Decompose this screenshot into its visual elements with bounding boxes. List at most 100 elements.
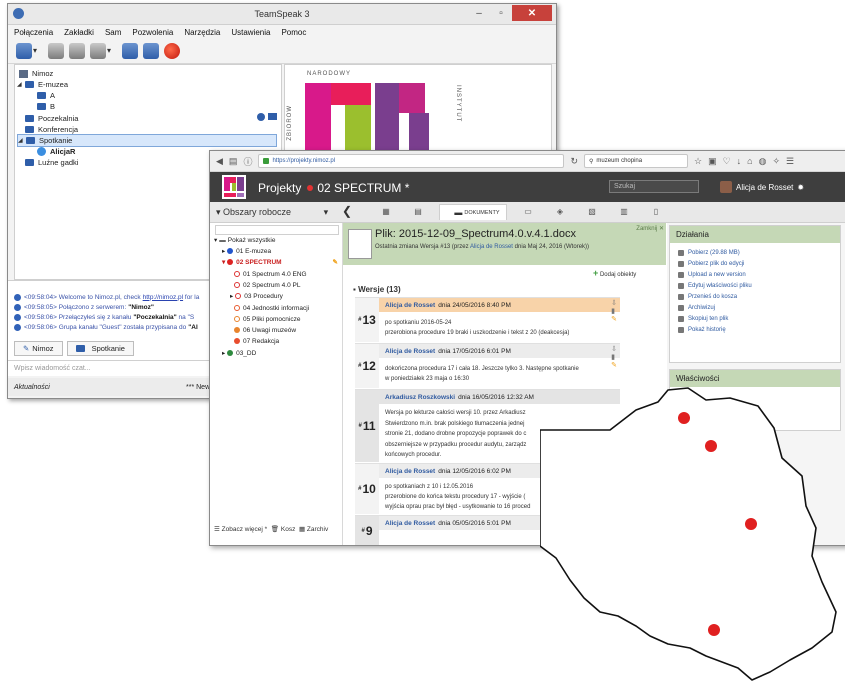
chat-tab-spotkanie[interactable]: Spotkanie xyxy=(66,341,134,356)
archive-link[interactable]: Zarchiv xyxy=(307,526,328,533)
collapse-chevron-icon[interactable]: ❮ xyxy=(342,204,352,218)
tree-item[interactable]: 04 Jednostki informacji xyxy=(234,303,309,313)
action-history[interactable]: Pokaż historię xyxy=(670,324,840,335)
info-icon[interactable]: ⓘ xyxy=(243,155,252,168)
tree-item[interactable]: 07 Redakcja xyxy=(234,336,279,346)
tab-documents[interactable]: ▬ DOKUMENTY xyxy=(439,204,507,220)
map-point[interactable] xyxy=(745,518,757,530)
download-icon[interactable]: ↓ xyxy=(737,156,742,166)
menu-zakladki[interactable]: Zakładki xyxy=(64,28,94,37)
home-button-icon[interactable]: ⌂ xyxy=(747,156,752,166)
action-move-to-trash[interactable]: Przenieś do kosza xyxy=(670,291,840,302)
settings-icon[interactable]: ◈ xyxy=(549,204,571,219)
browser-search-field[interactable]: ⚲ muzeum chopina xyxy=(584,154,688,168)
nimoz-app-logo[interactable] xyxy=(222,175,246,199)
download-icon[interactable]: ⇩ xyxy=(611,346,617,354)
version-author-link[interactable]: Alicja de Rosset xyxy=(385,348,435,355)
tree-item[interactable]: ▸ 03 Procedury xyxy=(230,291,283,301)
tree-item[interactable]: 06 Uwagi muzeów xyxy=(234,325,296,335)
chat-tab-nimoz[interactable]: ✎ Nimoz xyxy=(14,341,63,356)
version-author-link[interactable]: Arkadiusz Roszkowski xyxy=(385,394,455,401)
action-archive[interactable]: Archiwizuj xyxy=(670,302,840,313)
tree-user-alicjar[interactable]: AlicjaR xyxy=(37,146,75,157)
disconnect-icon[interactable] xyxy=(48,43,64,59)
menu-polaczenia[interactable]: Połączenia xyxy=(14,28,53,37)
map-point[interactable] xyxy=(705,440,717,452)
notes-icon[interactable]: ▯ xyxy=(645,204,667,219)
tree-item[interactable]: 01 Spectrum 4.0 ENG xyxy=(234,269,307,279)
maximize-button[interactable]: ▫ xyxy=(490,5,512,21)
version-author-link[interactable]: Alicja de Rosset xyxy=(385,468,435,475)
menu-ustawienia[interactable]: Ustawienia xyxy=(231,28,270,37)
connect-icon[interactable] xyxy=(16,43,32,59)
add-objects-button[interactable]: + Dodaj obiekty xyxy=(593,268,636,278)
workspaces-dropdown[interactable]: ▾ Obszary robocze ▾ xyxy=(216,207,328,218)
menu-pomoc[interactable]: Pomoc xyxy=(281,28,306,37)
tree-channel-a[interactable]: A xyxy=(37,90,55,101)
tree-item[interactable]: 02 Spectrum 4.0 PL xyxy=(234,280,300,290)
app-search-input[interactable]: Szukaj xyxy=(609,180,699,193)
collapse-triangle-icon[interactable]: ◢ xyxy=(18,137,26,144)
stats-icon[interactable]: ▥ xyxy=(613,204,635,219)
projects-link[interactable]: Projekty xyxy=(258,181,301,195)
trash-icon[interactable]: ▮ xyxy=(611,354,617,362)
addon-icon[interactable]: ◍ xyxy=(759,156,767,167)
grid-icon[interactable]: ▦ xyxy=(375,204,397,219)
tree-channel-b[interactable]: B xyxy=(37,101,55,112)
status-news[interactable]: Aktualności xyxy=(14,384,50,391)
author-link[interactable]: Alicja de Rosset xyxy=(470,244,513,250)
tree-item[interactable]: 05 Pliki pomocnicze xyxy=(234,314,300,324)
reader-icon[interactable]: ▣ xyxy=(708,156,717,167)
trash-icon[interactable]: ▮ xyxy=(611,308,617,316)
map-point[interactable] xyxy=(708,624,720,636)
collapse-triangle-icon[interactable]: ◢ xyxy=(17,81,25,88)
map-point[interactable] xyxy=(678,412,690,424)
download-icon[interactable]: ⇩ xyxy=(611,300,617,308)
edit-pencil-icon[interactable]: ✎ xyxy=(333,258,338,266)
calendar-icon[interactable]: ▤ xyxy=(407,204,429,219)
edit-pencil-icon[interactable]: ✎ xyxy=(611,362,617,370)
chat-link[interactable]: http://nimoz.pl xyxy=(143,294,183,301)
reload-icon[interactable]: ↻ xyxy=(570,156,578,167)
record-icon[interactable] xyxy=(164,43,180,59)
version-author-link[interactable]: Alicja de Rosset xyxy=(385,302,435,309)
action-upload-version[interactable]: Upload a new version xyxy=(670,269,840,280)
home-icon[interactable]: ▤ xyxy=(229,156,238,167)
tree-channel-e-muzea[interactable]: ◢ E-muzea xyxy=(17,79,68,90)
action-copy[interactable]: Skopiuj ten plik xyxy=(670,313,840,324)
bookmark-star-icon[interactable]: ☆ xyxy=(694,156,702,167)
address-bar[interactable]: https://projekty.nimoz.pl xyxy=(258,154,565,168)
mute-speakers-icon[interactable] xyxy=(90,43,106,59)
user-menu[interactable]: Alicja de Rosset ✹ xyxy=(720,181,804,193)
menu-icon[interactable]: ☰ xyxy=(786,156,794,167)
tree-filter-input[interactable] xyxy=(215,225,339,235)
action-edit-properties[interactable]: Edytuj właściwości pliku xyxy=(670,280,840,291)
trash-link[interactable]: Kosz xyxy=(281,526,295,533)
space-title[interactable]: 02 SPECTRUM * xyxy=(317,181,409,195)
version-author-link[interactable]: Alicja de Rosset xyxy=(385,520,435,527)
menu-sam[interactable]: Sam xyxy=(105,28,121,37)
versions-heading[interactable]: ▪ Wersje (13) xyxy=(353,285,401,294)
minimize-button[interactable]: – xyxy=(468,5,490,21)
edit-pencil-icon[interactable]: ✎ xyxy=(611,316,617,324)
close-file-link[interactable]: Zamknij ✕ xyxy=(636,225,664,232)
mute-microphone-icon[interactable] xyxy=(69,43,85,59)
tree-show-all[interactable]: ▾ ▬ Pokaż wszystkie xyxy=(214,235,275,245)
pocket-icon[interactable]: ♡ xyxy=(723,156,731,167)
gear-icon[interactable]: ✹ xyxy=(797,183,804,192)
menu-narzedzia[interactable]: Narzędzia xyxy=(184,28,220,37)
tree-item-e-muzea[interactable]: ▸ 01 E-muzea xyxy=(222,246,271,256)
show-more-link[interactable]: Zobacz więcej * xyxy=(222,526,268,533)
close-button[interactable]: ✕ xyxy=(512,5,552,21)
action-download[interactable]: Pobierz (29.88 MB) xyxy=(670,247,840,258)
tree-server[interactable]: Nimoz xyxy=(19,68,53,79)
contacts-card-icon[interactable]: ▭ xyxy=(517,204,539,219)
menu-pozwolenia[interactable]: Pozwolenia xyxy=(132,28,173,37)
extension-icon[interactable]: ✧ xyxy=(772,156,780,167)
tree-channel-poczekalnia[interactable]: Poczekalnia xyxy=(25,113,78,124)
tree-channel-luzne-gadki[interactable]: Luźne gadki xyxy=(25,157,78,168)
tree-item-spectrum[interactable]: ▾ 02 SPECTRUM ✎ xyxy=(222,257,338,267)
action-download-edit[interactable]: Pobierz plik do edycji xyxy=(670,258,840,269)
tasks-icon[interactable]: ▧ xyxy=(581,204,603,219)
contacts-icon[interactable] xyxy=(143,43,159,59)
